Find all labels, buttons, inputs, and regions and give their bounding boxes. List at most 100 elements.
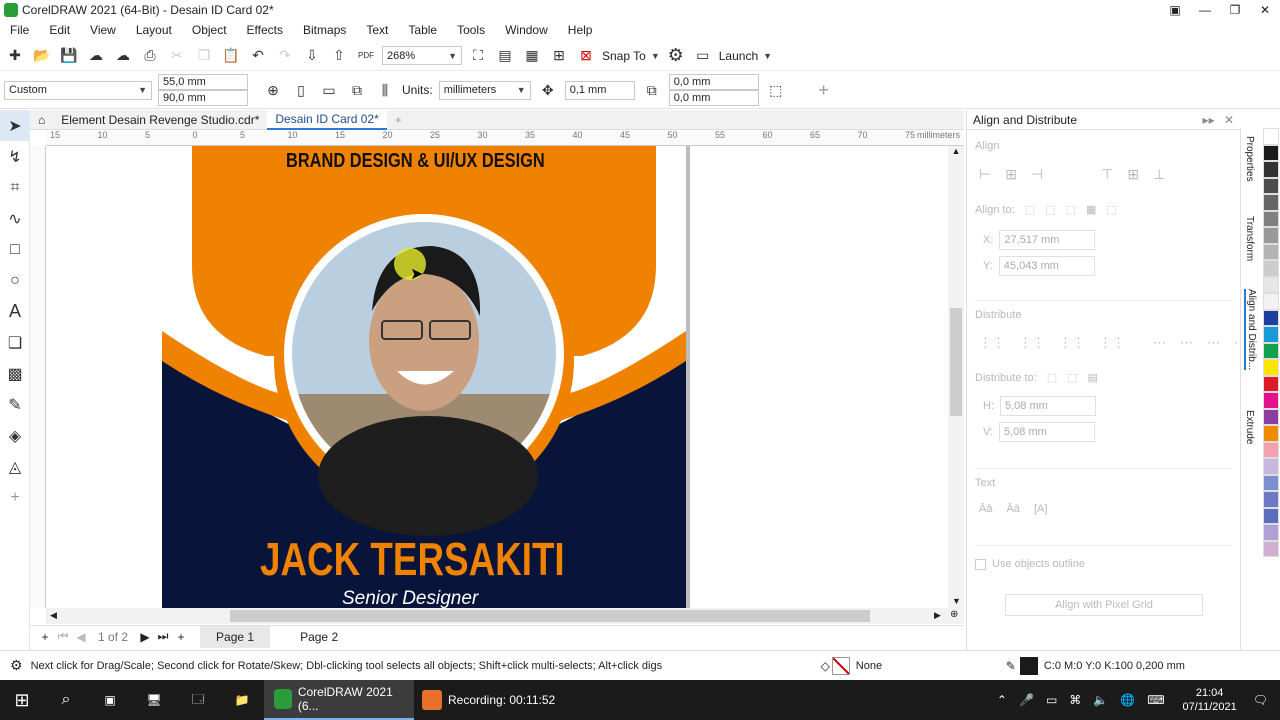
redo-icon[interactable]: ↷ — [274, 45, 296, 67]
menu-edit[interactable]: Edit — [39, 23, 80, 37]
prev-page-icon[interactable]: ◀ — [72, 630, 90, 644]
text-last-baseline-icon[interactable]: Āā — [1006, 503, 1019, 515]
no-fill-swatch-icon[interactable] — [831, 656, 850, 675]
distribute-to-spacing-icon[interactable]: ▤ — [1088, 371, 1098, 384]
close-button[interactable]: ✕ — [1250, 3, 1280, 17]
duplicate-x-field[interactable]: 0,0 mm — [668, 74, 759, 90]
fill-tool-icon[interactable]: ◈ — [0, 420, 30, 451]
launch-icon[interactable]: ▭ — [692, 45, 714, 67]
page-height-field[interactable]: 90,0 mm — [158, 90, 248, 106]
current-page-size-icon[interactable]: ⫼ — [374, 79, 396, 101]
network-icon[interactable]: ⌘ — [1069, 693, 1081, 707]
palette-swatch[interactable] — [1263, 243, 1279, 260]
zoom-icon[interactable]: ⊕ — [950, 609, 958, 620]
palette-swatch[interactable] — [1263, 425, 1279, 442]
page-width-field[interactable]: 55,0 mm — [158, 74, 248, 90]
import-icon[interactable]: ⇩ — [301, 45, 323, 67]
close-docker-icon[interactable]: ✕ — [1224, 113, 1234, 127]
palette-swatch[interactable] — [1263, 210, 1279, 227]
notifications-icon[interactable]: 🗨 — [1253, 693, 1268, 707]
open-folder-icon[interactable]: 📂 — [31, 45, 53, 67]
first-page-icon[interactable]: ⏮ — [54, 629, 72, 644]
print-icon[interactable]: ⎙ — [139, 45, 161, 67]
menu-effects[interactable]: Effects — [237, 23, 293, 37]
tray-chevron-icon[interactable]: ⌃ — [997, 693, 1007, 707]
all-pages-size-icon[interactable]: ⧉ — [346, 79, 368, 101]
brand-line-text[interactable]: BRAND DESIGN & UI/UX DESIGN — [286, 150, 545, 173]
align-to-point-icon[interactable]: ⬚ — [1106, 203, 1116, 216]
eyedropper-tool-icon[interactable]: ✎ — [0, 389, 30, 420]
transparency-tool-icon[interactable]: ▩ — [0, 358, 30, 389]
palette-swatch[interactable] — [1263, 408, 1279, 425]
palette-swatch[interactable] — [1263, 540, 1279, 557]
distribute-to-selection-icon[interactable]: ⬚ — [1047, 371, 1057, 384]
taskbar-app-icon[interactable]: 🖥 — [132, 693, 176, 707]
palette-swatch[interactable] — [1263, 260, 1279, 277]
menu-view[interactable]: View — [80, 23, 126, 37]
palette-swatch[interactable] — [1263, 474, 1279, 491]
distribute-v-field[interactable]: 5,08 mm — [999, 422, 1095, 442]
menu-object[interactable]: Object — [182, 23, 237, 37]
palette-swatch[interactable] — [1263, 392, 1279, 409]
pick-tool-icon[interactable]: ➤ — [0, 110, 30, 141]
pixel-grid-button[interactable]: Align with Pixel Grid — [1005, 594, 1203, 616]
palette-swatch[interactable] — [1263, 161, 1279, 178]
palette-swatch[interactable] — [1263, 359, 1279, 376]
scroll-left-icon[interactable]: ◀ — [50, 610, 57, 621]
ellipse-tool-icon[interactable]: ○ — [0, 265, 30, 296]
windows-start-icon[interactable]: ⊞ — [0, 690, 44, 711]
next-page-icon[interactable]: ▶ — [136, 630, 154, 644]
menu-window[interactable]: Window — [495, 23, 558, 37]
scroll-thumb[interactable] — [230, 610, 870, 622]
cut-icon[interactable]: ✂ — [166, 45, 188, 67]
card-role-text[interactable]: Senior Designer — [342, 588, 478, 608]
options-gear-icon[interactable]: ⚙ — [665, 45, 687, 67]
paste-icon[interactable]: 📋 — [220, 45, 242, 67]
cloud-download-icon[interactable]: ☁ — [112, 45, 134, 67]
battery-icon[interactable]: ▭ — [1046, 693, 1057, 707]
text-tool-icon[interactable]: A — [0, 296, 30, 327]
zoom-level-field[interactable]: 268% ▼ — [382, 46, 462, 65]
distribute-vspacing-icon[interactable]: ⋯ — [1207, 335, 1220, 351]
horizontal-ruler[interactable]: 15 10 5 0 5 10 15 20 25 30 35 40 45 50 55 60 65 70 75 milli… — [46, 130, 964, 146]
card-name-text[interactable]: JACK TERSAKITI — [260, 532, 580, 586]
distribute-right-icon[interactable]: ⋮⋮ — [1099, 335, 1125, 351]
distribute-top-icon[interactable]: ⋯ — [1153, 335, 1166, 351]
align-x-field[interactable]: 27,517 mm — [999, 230, 1096, 250]
palette-swatch[interactable] — [1263, 293, 1279, 310]
launch-dropdown[interactable]: Launch — [719, 49, 758, 63]
align-center-v-icon[interactable]: ⊞ — [1127, 166, 1139, 183]
menu-help[interactable]: Help — [558, 23, 603, 37]
tab-align-distribute[interactable]: Align and Distrib... — [1244, 288, 1257, 370]
distribute-left-icon[interactable]: ⋮⋮ — [979, 335, 1005, 351]
palette-swatch[interactable] — [1263, 507, 1279, 524]
vertical-ruler[interactable] — [30, 146, 46, 608]
last-page-icon[interactable]: ⏭ — [154, 629, 172, 644]
scroll-up-icon[interactable]: ▲ — [948, 146, 964, 156]
menu-tools[interactable]: Tools — [447, 23, 495, 37]
fit-page-icon[interactable]: ⛶ — [467, 45, 489, 67]
chevron-down-icon[interactable]: ▼ — [763, 51, 772, 61]
menu-layout[interactable]: Layout — [126, 23, 182, 37]
snap-off-icon[interactable]: ⊠ — [575, 45, 597, 67]
add-page-icon[interactable]: + — [36, 630, 54, 644]
maximize-button[interactable]: ❐ — [1220, 3, 1250, 17]
cloud-upload-icon[interactable]: ☁ — [85, 45, 107, 67]
align-to-page-center-icon[interactable]: ⬚ — [1066, 203, 1076, 216]
crop-tool-icon[interactable]: ⌗ — [0, 172, 30, 203]
text-first-baseline-icon[interactable]: Āā — [979, 503, 992, 515]
palette-swatch[interactable] — [1263, 458, 1279, 475]
palette-swatch[interactable] — [1263, 309, 1279, 326]
align-center-h-icon[interactable]: ⊞ — [1005, 166, 1017, 183]
distribute-spacing-icon[interactable]: ⋮⋮ — [1059, 335, 1085, 351]
palette-swatch[interactable] — [1263, 326, 1279, 343]
guidelines-icon[interactable]: ⊞ — [548, 45, 570, 67]
new-document-icon[interactable]: ✚ — [4, 45, 26, 67]
distribute-center-icon[interactable]: ⋮⋮ — [1019, 335, 1045, 351]
palette-swatch[interactable] — [1263, 375, 1279, 392]
align-to-active-icon[interactable]: ⬚ — [1025, 203, 1035, 216]
rulers-icon[interactable]: ▤ — [494, 45, 516, 67]
scroll-down-icon[interactable]: ▼ — [952, 596, 961, 606]
palette-swatch[interactable] — [1263, 491, 1279, 508]
grid-icon[interactable]: ▦ — [521, 45, 543, 67]
